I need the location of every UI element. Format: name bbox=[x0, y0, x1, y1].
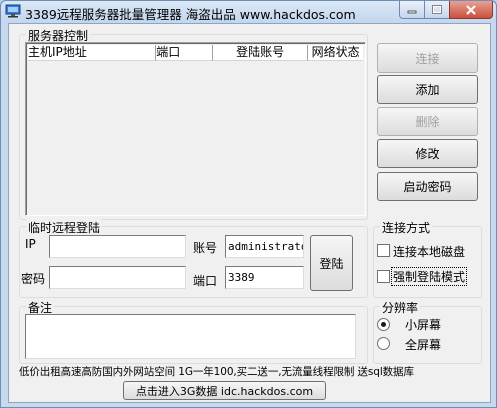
ip-label: IP bbox=[25, 237, 36, 251]
column-login-account[interactable]: 登陆账号 bbox=[212, 45, 309, 61]
client-area: 服务器控制 主机IP地址 端口 登陆账号 网络状态 连接 添加 删除 修改 启动… bbox=[8, 23, 491, 403]
edit-button[interactable]: 修改 bbox=[377, 139, 478, 168]
server-list[interactable]: 主机IP地址 端口 登陆账号 网络状态 bbox=[25, 42, 366, 216]
maximize-icon bbox=[432, 5, 442, 14]
local-disk-checkbox[interactable] bbox=[377, 244, 390, 257]
title-bar[interactable]: 3389远程服务器批量管理器 海盗出品 www.hackdos.com bbox=[1, 1, 496, 23]
local-disk-label[interactable]: 连接本地磁盘 bbox=[393, 243, 465, 260]
column-port[interactable]: 端口 bbox=[156, 45, 213, 61]
port-input[interactable]: 3389 bbox=[225, 266, 304, 289]
full-screen-radio[interactable] bbox=[377, 337, 390, 350]
force-login-label[interactable]: 强制登陆模式 bbox=[391, 267, 468, 286]
port-label: 端口 bbox=[193, 274, 218, 288]
column-host-ip[interactable]: 主机IP地址 bbox=[28, 45, 157, 61]
resolution-label: 分辨率 bbox=[380, 299, 421, 316]
force-login-checkbox[interactable] bbox=[377, 270, 390, 283]
delete-button[interactable]: 删除 bbox=[377, 107, 478, 136]
add-button[interactable]: 添加 bbox=[377, 75, 478, 104]
window-title: 3389远程服务器批量管理器 海盗出品 www.hackdos.com bbox=[25, 7, 356, 22]
password-label: 密码 bbox=[21, 272, 46, 286]
start-password-button[interactable]: 启动密码 bbox=[377, 172, 478, 201]
small-screen-radio[interactable] bbox=[377, 318, 390, 331]
minimize-icon bbox=[407, 10, 417, 13]
close-icon bbox=[466, 4, 476, 15]
account-input[interactable]: administrator bbox=[225, 235, 304, 258]
minimize-button[interactable] bbox=[399, 1, 425, 19]
ip-input[interactable] bbox=[49, 235, 186, 258]
connect-mode-group: 连接方式 bbox=[373, 219, 482, 298]
connect-button[interactable]: 连接 bbox=[377, 43, 478, 73]
full-screen-label[interactable]: 全屏幕 bbox=[405, 336, 441, 353]
app-monitor-icon bbox=[5, 4, 21, 18]
ad-text: 低价出租高速高防国内外网站空间 1G一年100,买二送一,无流量线程限制 送sq… bbox=[19, 366, 414, 378]
idc-link-button[interactable]: 点击进入3G数据 idc.hackdos.com bbox=[123, 381, 326, 400]
small-screen-label[interactable]: 小屏幕 bbox=[405, 316, 441, 333]
resolution-group: 分辨率 bbox=[373, 299, 482, 364]
account-label: 账号 bbox=[193, 241, 218, 255]
temp-login-label: 临时远程登陆 bbox=[26, 219, 103, 236]
notes-textarea[interactable] bbox=[25, 314, 356, 359]
close-button[interactable] bbox=[449, 1, 493, 19]
password-input[interactable] bbox=[49, 266, 186, 289]
connect-mode-label: 连接方式 bbox=[380, 219, 433, 236]
app-window: 3389远程服务器批量管理器 海盗出品 www.hackdos.com 服务器控… bbox=[0, 0, 497, 408]
login-button[interactable]: 登陆 bbox=[310, 235, 353, 291]
maximize-button[interactable] bbox=[424, 1, 450, 19]
column-network-status[interactable]: 网络状态 bbox=[308, 45, 364, 61]
server-list-header: 主机IP地址 端口 登陆账号 网络状态 bbox=[28, 45, 364, 61]
